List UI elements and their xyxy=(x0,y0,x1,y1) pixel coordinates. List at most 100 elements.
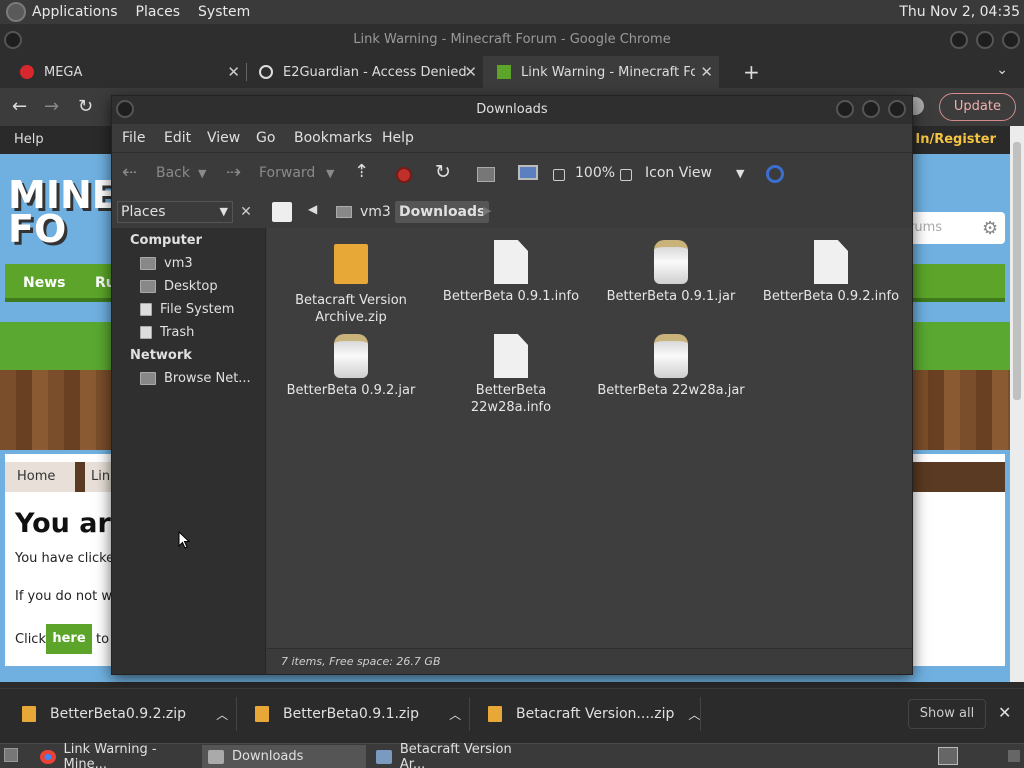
sidebar-item-desktop[interactable]: Desktop xyxy=(140,279,218,294)
maximize-icon[interactable] xyxy=(976,31,994,49)
download-item[interactable]: Betacraft Version....zip ︿ xyxy=(488,689,700,739)
download-item[interactable]: BetterBeta0.9.1.zip ︿ xyxy=(255,689,461,739)
taskbar-item-chrome[interactable]: Link Warning - Mine... xyxy=(34,742,200,768)
tab-e2guardian[interactable]: E2Guardian - Access Denied ✕ xyxy=(247,56,483,88)
menu-file[interactable]: File xyxy=(122,130,145,146)
tab-link-warning[interactable]: Link Warning - Minecraft Foru ✕ xyxy=(483,56,719,88)
sidebar-type-select[interactable]: Places ▼ xyxy=(117,201,233,223)
forward-arrow-icon[interactable]: ⇢ xyxy=(226,162,241,183)
warning-text-line-1: You have clicked xyxy=(15,551,123,566)
panel-clock[interactable]: Thu Nov 2, 04:35 xyxy=(899,4,1020,20)
sidebar-item-file-system[interactable]: File System xyxy=(140,302,234,317)
file-item[interactable]: BetterBeta 22w28a.info xyxy=(431,334,591,416)
file-item[interactable]: BetterBeta 0.9.2.info xyxy=(751,240,911,305)
menu-help[interactable]: Help xyxy=(382,130,414,146)
show-desktop-icon[interactable] xyxy=(4,748,18,762)
taskbar-item-archive[interactable]: Betacraft Version Ar... xyxy=(370,742,540,768)
minecraft-forum-logo[interactable]: MINE FO xyxy=(8,176,128,248)
window-menu-icon[interactable] xyxy=(4,31,22,49)
close-shelf-icon[interactable]: ✕ xyxy=(998,703,1011,722)
crumb-vm3[interactable]: vm3 xyxy=(356,201,395,223)
file-name: BetterBeta 0.9.2.info xyxy=(762,289,900,304)
crumb-downloads[interactable]: Downloads xyxy=(395,201,490,223)
search-settings-gear-icon[interactable]: ⚙ xyxy=(982,218,998,239)
tab-close-icon[interactable]: ✕ xyxy=(700,63,713,81)
new-tab-button[interactable]: + xyxy=(743,60,760,84)
close-window-icon[interactable] xyxy=(1002,31,1020,49)
zoom-level[interactable]: 100% xyxy=(575,165,615,181)
crumb-right-arrow-icon[interactable]: ▶ xyxy=(483,204,491,217)
file-item[interactable]: BetterBeta 22w28a.jar xyxy=(591,334,751,399)
minimize-icon[interactable] xyxy=(950,31,968,49)
view-mode-chevron-icon[interactable]: ▼ xyxy=(736,167,744,180)
forward-history-chevron-icon[interactable]: ▼ xyxy=(326,167,334,180)
breadcrumb-home[interactable]: Home xyxy=(5,462,75,492)
minimize-icon[interactable] xyxy=(836,100,854,118)
menu-view[interactable]: View xyxy=(207,130,240,146)
forward-arrow-icon[interactable]: → xyxy=(44,96,59,117)
menu-go[interactable]: Go xyxy=(256,130,275,146)
places-menu[interactable]: Places xyxy=(136,4,181,20)
sidebar-item-browse-network[interactable]: Browse Net... xyxy=(140,371,251,386)
home-folder-icon xyxy=(140,257,156,270)
sidebar-item-vm3[interactable]: vm3 xyxy=(140,256,193,271)
sidebar-item-trash[interactable]: Trash xyxy=(140,325,194,340)
back-arrow-icon[interactable]: ← xyxy=(12,96,27,117)
zip-file-icon xyxy=(22,706,36,722)
file-item[interactable]: BetterBeta 0.9.1.info xyxy=(431,240,591,305)
up-folder-icon[interactable]: ⇡ xyxy=(354,161,369,182)
menu-bookmarks[interactable]: Bookmarks xyxy=(294,130,372,146)
maximize-icon[interactable] xyxy=(862,100,880,118)
tab-label: E2Guardian - Access Denied xyxy=(283,64,467,80)
close-sidebar-icon[interactable]: ✕ xyxy=(236,201,256,223)
search-icon[interactable] xyxy=(766,165,784,183)
tab-close-icon[interactable]: ✕ xyxy=(227,63,240,81)
nav-news[interactable]: News xyxy=(23,275,65,291)
applications-menu[interactable]: Applications xyxy=(32,4,118,20)
help-link[interactable]: Help xyxy=(14,132,44,147)
sidebar-heading-computer: Computer xyxy=(130,233,203,248)
close-window-icon[interactable] xyxy=(888,100,906,118)
window-menu-icon[interactable] xyxy=(116,100,134,118)
file-item[interactable]: BetterBeta 0.9.1.jar xyxy=(591,240,751,305)
forward-button[interactable]: Forward xyxy=(259,165,315,181)
sidebar-item-label: Trash xyxy=(160,325,195,340)
stop-icon[interactable] xyxy=(396,167,412,183)
here-button[interactable]: here xyxy=(46,624,92,654)
back-button[interactable]: Back xyxy=(156,165,190,181)
file-item[interactable]: Betacraft Version Archive.zip xyxy=(271,240,431,326)
taskbar-item-downloads[interactable]: Downloads xyxy=(202,745,366,768)
scrollbar-thumb[interactable] xyxy=(1013,142,1021,400)
click-prefix-text: Click xyxy=(15,632,46,647)
page-scrollbar[interactable] xyxy=(1010,126,1024,682)
reload-icon[interactable]: ↻ xyxy=(78,96,93,117)
back-arrow-icon[interactable]: ⇠ xyxy=(122,162,137,183)
tab-mega[interactable]: MEGA ✕ xyxy=(0,56,246,88)
zoom-out-icon[interactable] xyxy=(553,169,565,181)
crumb-left-arrow-icon[interactable]: ◀ xyxy=(308,202,317,216)
document-icon xyxy=(494,240,528,284)
chrome-tab-strip: MEGA ✕ E2Guardian - Access Denied ✕ Link… xyxy=(0,56,1024,88)
gnome-foot-icon[interactable] xyxy=(6,2,26,22)
computer-icon[interactable] xyxy=(518,165,538,180)
show-all-button[interactable]: Show all xyxy=(908,699,986,729)
download-shelf: BetterBeta0.9.2.zip ︿ BetterBeta0.9.1.zi… xyxy=(0,688,1024,738)
menu-edit[interactable]: Edit xyxy=(164,130,191,146)
file-item[interactable]: BetterBeta 0.9.2.jar xyxy=(271,334,431,399)
system-menu[interactable]: System xyxy=(198,4,250,20)
tray-icon[interactable] xyxy=(1008,750,1020,762)
edit-location-icon[interactable] xyxy=(272,202,292,222)
chevron-up-icon[interactable]: ︿ xyxy=(449,706,461,723)
home-folder-icon[interactable] xyxy=(477,167,495,182)
download-item[interactable]: BetterBeta0.9.2.zip ︿ xyxy=(22,689,228,739)
update-button[interactable]: Update xyxy=(938,93,1016,121)
workspace-switcher[interactable] xyxy=(938,747,958,765)
tab-search-chevron-icon[interactable]: ⌄ xyxy=(996,62,1008,78)
view-mode-select[interactable]: Icon View xyxy=(645,165,712,181)
back-history-chevron-icon[interactable]: ▼ xyxy=(198,167,206,180)
chevron-up-icon[interactable]: ︿ xyxy=(688,706,700,723)
tab-close-icon[interactable]: ✕ xyxy=(464,63,477,81)
zoom-in-icon[interactable] xyxy=(620,169,632,181)
chevron-up-icon[interactable]: ︿ xyxy=(216,706,228,723)
reload-icon[interactable]: ↻ xyxy=(435,161,451,183)
